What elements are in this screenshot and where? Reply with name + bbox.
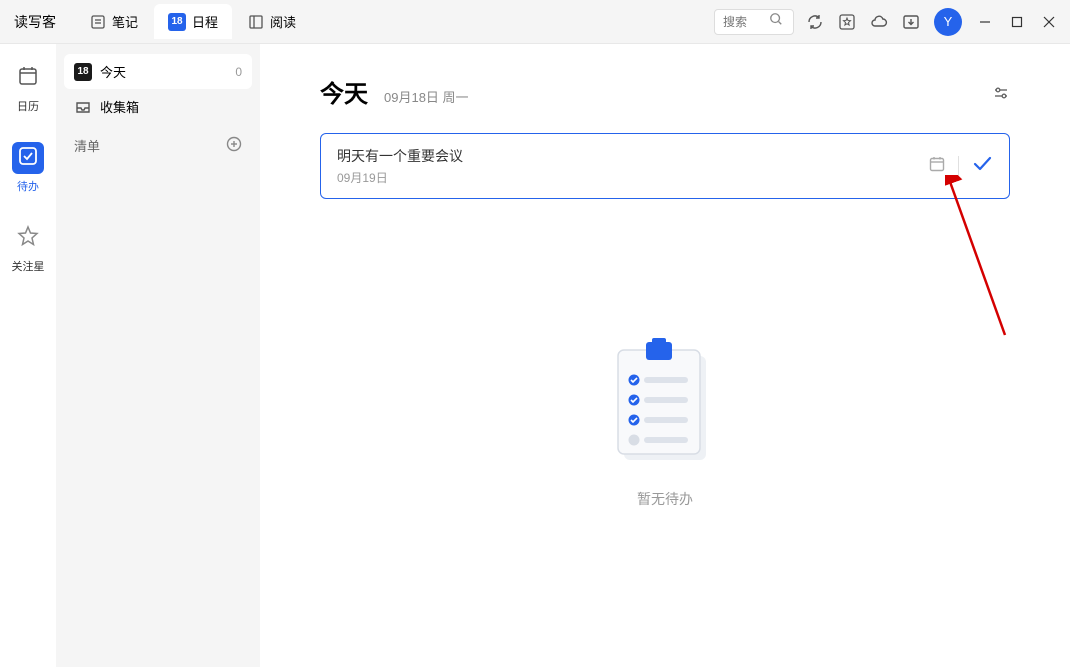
- minimize-button[interactable]: [978, 15, 992, 29]
- empty-text: 暂无待办: [637, 489, 693, 509]
- maximize-button[interactable]: [1010, 15, 1024, 29]
- search-input[interactable]: [723, 15, 763, 29]
- cloud-icon[interactable]: [870, 13, 888, 31]
- tab-schedule[interactable]: 18 日程: [154, 4, 232, 39]
- book-icon: [248, 14, 264, 30]
- avatar[interactable]: Y: [934, 8, 962, 36]
- close-button[interactable]: [1042, 15, 1056, 29]
- empty-state: 暂无待办: [320, 199, 1010, 647]
- star-box-icon[interactable]: [838, 13, 856, 31]
- sidebar-list: 18 今天 0 收集箱 清单: [56, 44, 260, 667]
- todo-icon: [18, 146, 38, 171]
- inbox-icon: [74, 98, 92, 116]
- nav-label: 关注星: [12, 258, 45, 274]
- window-controls: [978, 15, 1056, 29]
- nav-label: 待办: [17, 178, 39, 194]
- todo-text: 明天有一个重要会议 09月19日: [337, 146, 928, 186]
- nav-calendar[interactable]: 日历: [8, 58, 48, 118]
- main: 日历 待办 关注星 18 今天 0 收集箱 清单 今天 09月18日 周一: [0, 44, 1070, 667]
- complete-check-icon[interactable]: [971, 152, 993, 180]
- nav-todo[interactable]: 待办: [8, 138, 48, 198]
- section-label: 清单: [74, 136, 100, 155]
- titlebar: 读写客 笔记 18 日程 阅读 Y: [0, 0, 1070, 44]
- schedule-icon[interactable]: [928, 155, 946, 178]
- sidebar-nav: 日历 待办 关注星: [0, 44, 56, 667]
- app-name: 读写客: [14, 12, 56, 32]
- page-title: 今天: [320, 74, 368, 109]
- todo-actions: [928, 152, 993, 180]
- tab-label: 日程: [192, 12, 218, 31]
- search-box[interactable]: [714, 9, 794, 35]
- list-item-count: 0: [235, 65, 242, 79]
- calendar-icon: [17, 65, 39, 92]
- list-item-label: 今天: [100, 62, 227, 81]
- tab-label: 笔记: [112, 12, 138, 31]
- nav-star[interactable]: 关注星: [8, 218, 49, 278]
- clipboard-illustration: [610, 338, 720, 473]
- list-item-label: 收集箱: [100, 97, 242, 116]
- add-list-button[interactable]: [226, 136, 242, 155]
- star-icon: [17, 225, 39, 252]
- todo-title: 明天有一个重要会议: [337, 146, 928, 166]
- nav-label: 日历: [17, 98, 39, 114]
- content: 今天 09月18日 周一 明天有一个重要会议 09月19日: [260, 44, 1070, 667]
- list-item-inbox[interactable]: 收集箱: [64, 89, 252, 124]
- sync-icon[interactable]: [806, 13, 824, 31]
- filter-settings-icon[interactable]: [992, 84, 1010, 107]
- tab-notes[interactable]: 笔记: [76, 4, 152, 39]
- import-icon[interactable]: [902, 13, 920, 31]
- titlebar-icons: Y: [806, 8, 962, 36]
- content-header: 今天 09月18日 周一: [320, 74, 1010, 109]
- tab-label: 阅读: [270, 12, 296, 31]
- list-section-header: 清单: [64, 124, 252, 159]
- divider: [958, 156, 959, 176]
- calendar-badge-icon: 18: [168, 13, 186, 31]
- page-date: 09月18日 周一: [384, 87, 469, 106]
- tab-read[interactable]: 阅读: [234, 4, 310, 39]
- tabs: 笔记 18 日程 阅读: [76, 4, 310, 39]
- todo-date: 09月19日: [337, 169, 928, 186]
- todo-card[interactable]: 明天有一个重要会议 09月19日: [320, 133, 1010, 199]
- list-item-today[interactable]: 18 今天 0: [64, 54, 252, 89]
- day-icon: 18: [74, 63, 92, 81]
- note-icon: [90, 14, 106, 30]
- search-icon: [769, 12, 783, 31]
